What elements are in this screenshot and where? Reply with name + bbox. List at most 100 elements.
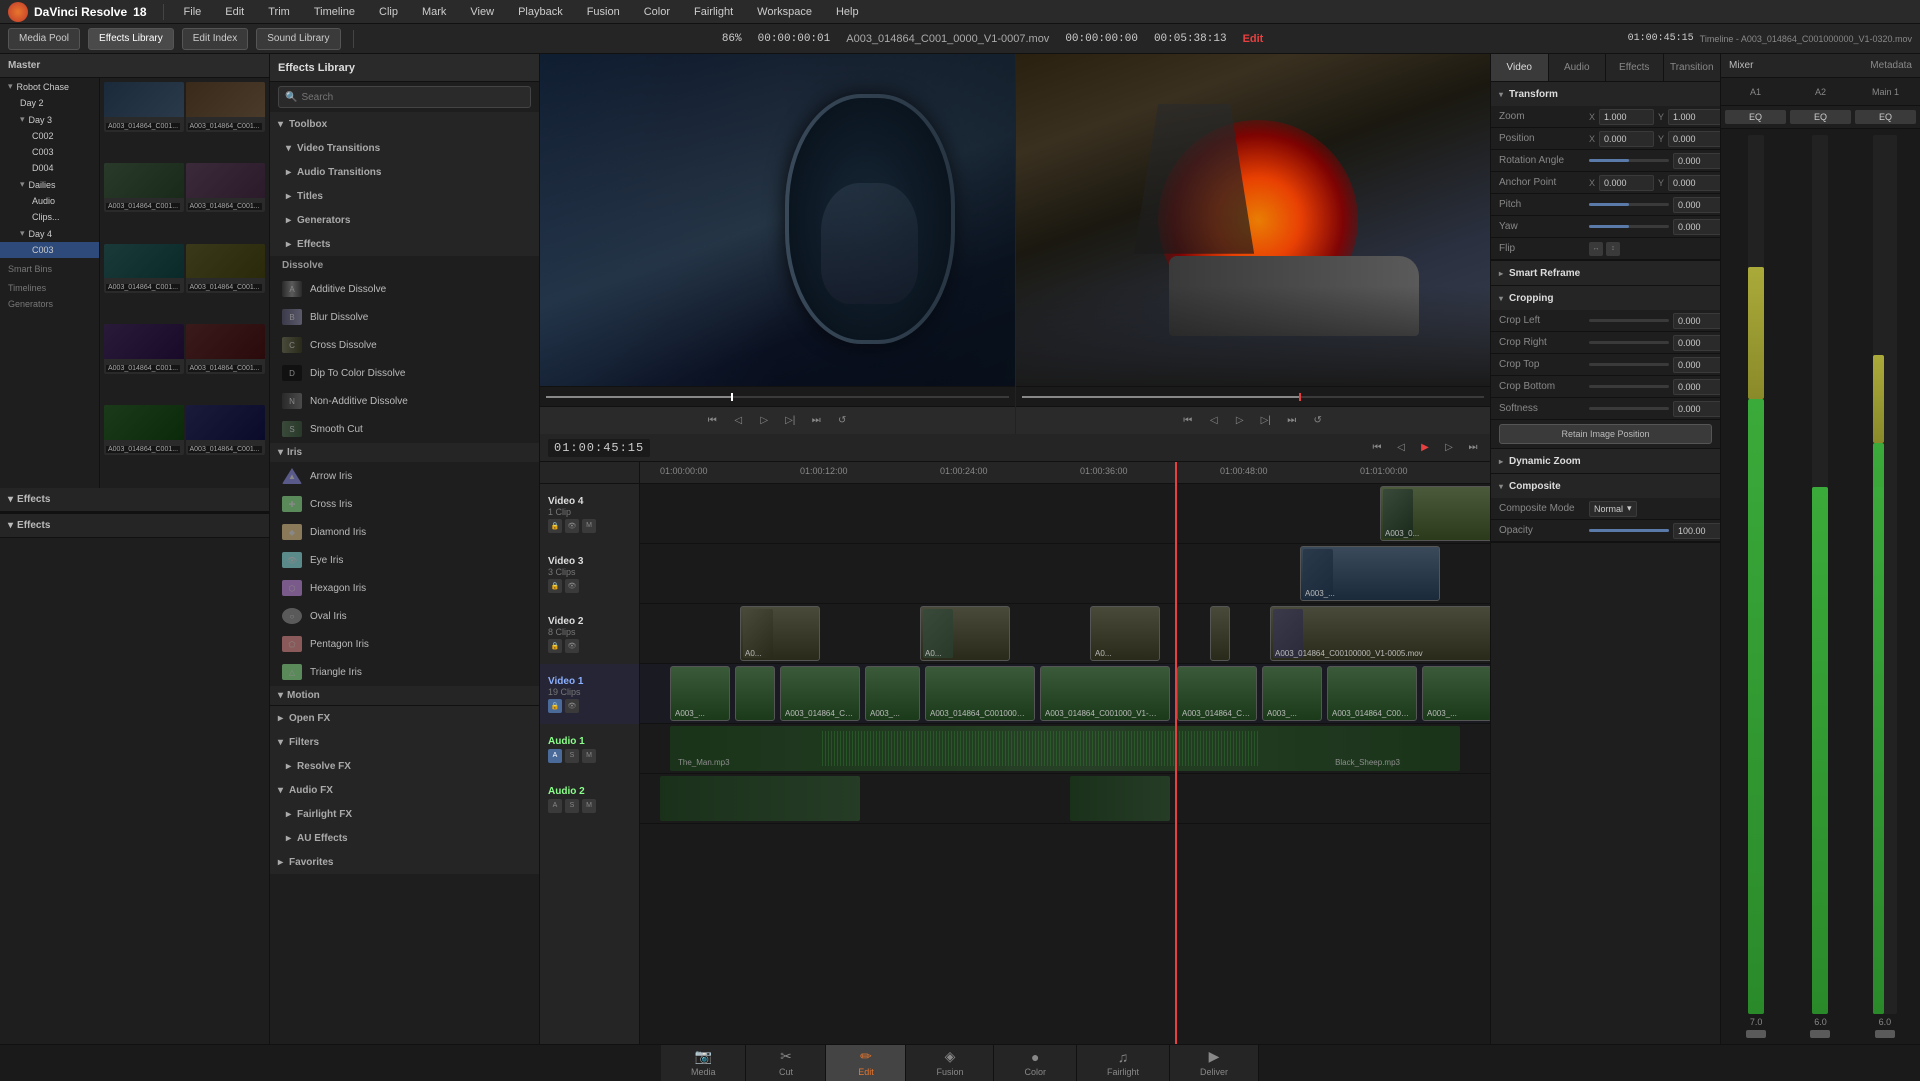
menu-view[interactable]: View [466,4,498,20]
inspector-tab-audio[interactable]: Audio [1549,54,1607,81]
skip-start-btn-left[interactable]: ⏮ [703,412,721,430]
menu-mark[interactable]: Mark [418,4,450,20]
effect-eye-iris[interactable]: 👁 Eye Iris [270,546,539,574]
flip-v-btn[interactable]: ↕ [1606,242,1620,256]
v1-c1[interactable]: A003_... [670,666,730,721]
media-thumb-4[interactable]: A003_014864_C001... [186,163,266,213]
a2-s[interactable]: S [565,799,579,813]
smart-reframe-header[interactable]: ▸ Smart Reframe [1491,261,1720,285]
open-fx-header[interactable]: ▸ Open FX [270,706,539,730]
yaw-slider[interactable] [1589,225,1669,228]
v1-lock[interactable]: 🔒 [548,699,562,713]
mode-fusion[interactable]: ◈ Fusion [906,1045,994,1081]
loop-btn-left[interactable]: ↺ [833,412,851,430]
effect-hexagon-iris[interactable]: ⬡ Hexagon Iris [270,574,539,602]
sound-library-tab[interactable]: Sound Library [256,28,340,50]
zoom-y-field[interactable]: 1.000 [1668,109,1720,125]
media-thumb-1[interactable]: A003_014864_C001... [104,82,184,132]
audio-transitions-header[interactable]: ▸ Audio Transitions [270,160,539,184]
generators-tree[interactable]: Generators [0,296,99,312]
tl-prev[interactable]: ◁ [1392,439,1410,457]
v2-clip-5[interactable]: A003_014864_C00100000_V1-0005.mov [1270,606,1490,661]
edit-index-tab[interactable]: Edit Index [182,28,248,50]
v2-clip-3[interactable]: A0... [1090,606,1160,661]
tree-item-c003-day4[interactable]: C003 [0,242,99,258]
v1-c4[interactable]: A003_... [865,666,920,721]
resolve-fx-header[interactable]: ▸ Resolve FX [270,754,539,778]
tree-item-robot-chase[interactable]: ▾ Robot Chase [0,78,99,95]
media-thumb-10[interactable]: A003_014864_C001... [186,405,266,455]
a2-m[interactable]: M [582,799,596,813]
v1-c10[interactable]: A003_014864_C0010... [1327,666,1417,721]
pitch-slider[interactable] [1589,203,1669,206]
eq-a1[interactable]: EQ [1725,110,1786,124]
effect-additive-dissolve[interactable]: A Additive Dissolve [270,275,539,303]
cropping-header[interactable]: ▾ Cropping [1491,286,1720,310]
menu-trim[interactable]: Trim [264,4,294,20]
menu-help[interactable]: Help [832,4,863,20]
iris-section-header[interactable]: ▾ Iris [270,443,539,462]
video-transitions-sub[interactable]: ▾ Video Transitions [270,136,539,160]
media-thumb-3[interactable]: A003_014864_C001... [104,163,184,213]
effect-non-additive[interactable]: N Non-Additive Dissolve [270,387,539,415]
softness-field[interactable]: 0.000 [1673,401,1720,417]
tree-item-day4[interactable]: ▾ Day 4 [0,225,99,242]
v1-c5[interactable]: A003_014864_C001000_V3... [925,666,1035,721]
next-frame-btn-left[interactable]: ▷| [781,412,799,430]
v2-clip-2[interactable]: A0... [920,606,1010,661]
menu-workspace[interactable]: Workspace [753,4,816,20]
prev-frame-btn-left[interactable]: ◁ [729,412,747,430]
crop-right-slider[interactable] [1589,341,1669,344]
v1-c8[interactable]: A003_014864_C001000... [1177,666,1257,721]
fairlight-fx-header[interactable]: ▸ Fairlight FX [270,802,539,826]
effect-oval-iris[interactable]: ○ Oval Iris [270,602,539,630]
tree-item-day3[interactable]: ▾ Day 3 [0,111,99,128]
v2-eye[interactable]: 👁 [565,639,579,653]
skip-end-btn-left[interactable]: ⏭ [807,412,825,430]
v3-track[interactable]: A003_... [640,544,1490,604]
audio-fx-header[interactable]: ▾ Audio FX [270,778,539,802]
skip-start-btn-right[interactable]: ⏮ [1179,412,1197,430]
opacity-slider[interactable] [1589,529,1669,532]
effect-triangle-iris[interactable]: △ Triangle Iris [270,658,539,686]
search-input[interactable] [301,92,524,103]
dynamic-zoom-header[interactable]: ▸ Dynamic Zoom [1491,449,1720,473]
tree-item-c003-day3[interactable]: C003 [0,144,99,160]
a2-track[interactable] [640,774,1490,824]
media-pool-tab[interactable]: Media Pool [8,28,80,50]
effect-cross-iris[interactable]: ✚ Cross Iris [270,490,539,518]
pos-x-field[interactable]: 0.000 [1599,131,1654,147]
anchor-y-field[interactable]: 0.000 [1668,175,1720,191]
a1-s[interactable]: S [565,749,579,763]
v4-lock[interactable]: 🔒 [548,519,562,533]
filters-header[interactable]: ▾ Filters [270,730,539,754]
effects-header-2[interactable]: ▾ Effects [0,514,269,538]
v3-clip-1[interactable]: A003_... [1300,546,1440,601]
effect-smooth-cut[interactable]: S Smooth Cut [270,415,539,443]
v1-c11[interactable]: A003_... [1422,666,1490,721]
crop-left-slider[interactable] [1589,319,1669,322]
main-fader[interactable] [1875,1030,1895,1038]
effect-pentagon-iris[interactable]: ⬠ Pentagon Iris [270,630,539,658]
play-btn-left[interactable]: ▷ [755,412,773,430]
eq-main[interactable]: EQ [1855,110,1916,124]
tree-item-d004[interactable]: D004 [0,160,99,176]
toolbox-header[interactable]: ▾ Toolbox [270,112,539,136]
rotation-slider[interactable] [1589,159,1669,162]
crop-top-field[interactable]: 0.000 [1673,357,1720,373]
effects-search[interactable]: 🔍 [278,86,531,108]
media-thumb-9[interactable]: A003_014864_C001... [104,405,184,455]
motion-section-header[interactable]: ▾ Motion [270,686,539,705]
media-thumb-2[interactable]: A003_014864_C001... [186,82,266,132]
generators-header[interactable]: ▸ Generators [270,208,539,232]
eq-a2[interactable]: EQ [1790,110,1851,124]
v2-clip-1[interactable]: A0... [740,606,820,661]
media-thumb-6[interactable]: A003_014864_C001... [186,244,266,294]
a1-fader[interactable] [1746,1030,1766,1038]
v4-mute[interactable]: M [582,519,596,533]
media-thumb-7[interactable]: A003_014864_C001... [104,324,184,374]
tl-play[interactable]: ▶ [1416,439,1434,457]
v1-c2[interactable] [735,666,775,721]
smart-bins[interactable]: Smart Bins [0,258,99,280]
flip-h-btn[interactable]: ↔ [1589,242,1603,256]
